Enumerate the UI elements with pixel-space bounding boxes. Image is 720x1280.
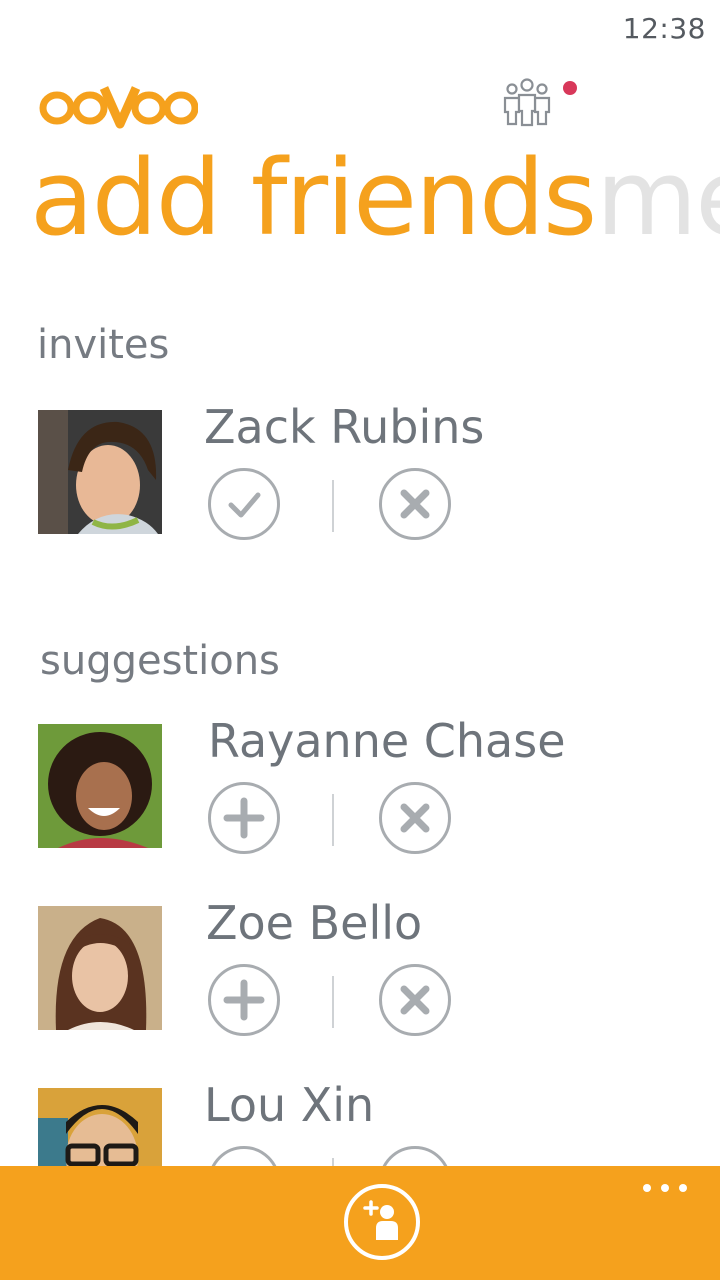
avatar[interactable] bbox=[38, 724, 162, 848]
add-friend-button[interactable] bbox=[344, 1184, 420, 1260]
divider bbox=[332, 976, 334, 1028]
people-group-icon[interactable] bbox=[500, 76, 554, 128]
close-icon bbox=[400, 985, 430, 1015]
pivot-title-me[interactable]: me bbox=[596, 138, 720, 258]
accept-button[interactable] bbox=[208, 468, 280, 540]
suggestion-item: Zoe Bello bbox=[38, 896, 638, 1046]
suggestion-item: Rayanne Chase bbox=[38, 714, 638, 864]
reject-button[interactable] bbox=[379, 468, 451, 540]
dismiss-button[interactable] bbox=[379, 964, 451, 1036]
check-icon bbox=[228, 492, 261, 518]
oovoo-logo bbox=[38, 82, 199, 130]
invites-header: invites bbox=[37, 322, 170, 368]
pivot-title-add-friends[interactable]: add friends bbox=[30, 138, 597, 258]
add-button[interactable] bbox=[208, 782, 280, 854]
close-icon bbox=[400, 489, 430, 519]
divider bbox=[332, 794, 334, 846]
app-bar bbox=[0, 1166, 720, 1280]
person-name: Zoe Bello bbox=[206, 896, 423, 950]
suggestions-header: suggestions bbox=[40, 638, 280, 684]
notification-dot bbox=[563, 81, 577, 95]
divider bbox=[332, 480, 334, 532]
plus-icon bbox=[223, 797, 265, 839]
close-icon bbox=[400, 803, 430, 833]
dismiss-button[interactable] bbox=[379, 782, 451, 854]
person-name: Lou Xin bbox=[204, 1078, 375, 1132]
avatar[interactable] bbox=[38, 410, 162, 534]
screen: 12:38 add friends me invites bbox=[0, 0, 720, 1280]
person-name: Rayanne Chase bbox=[208, 714, 566, 768]
plus-icon bbox=[223, 979, 265, 1021]
more-dots-icon[interactable] bbox=[640, 1178, 690, 1198]
invite-item: Zack Rubins bbox=[38, 400, 638, 550]
person-name: Zack Rubins bbox=[204, 400, 485, 454]
add-friend-icon bbox=[363, 1200, 398, 1240]
avatar[interactable] bbox=[38, 906, 162, 1030]
add-button[interactable] bbox=[208, 964, 280, 1036]
status-time: 12:38 bbox=[622, 12, 706, 45]
